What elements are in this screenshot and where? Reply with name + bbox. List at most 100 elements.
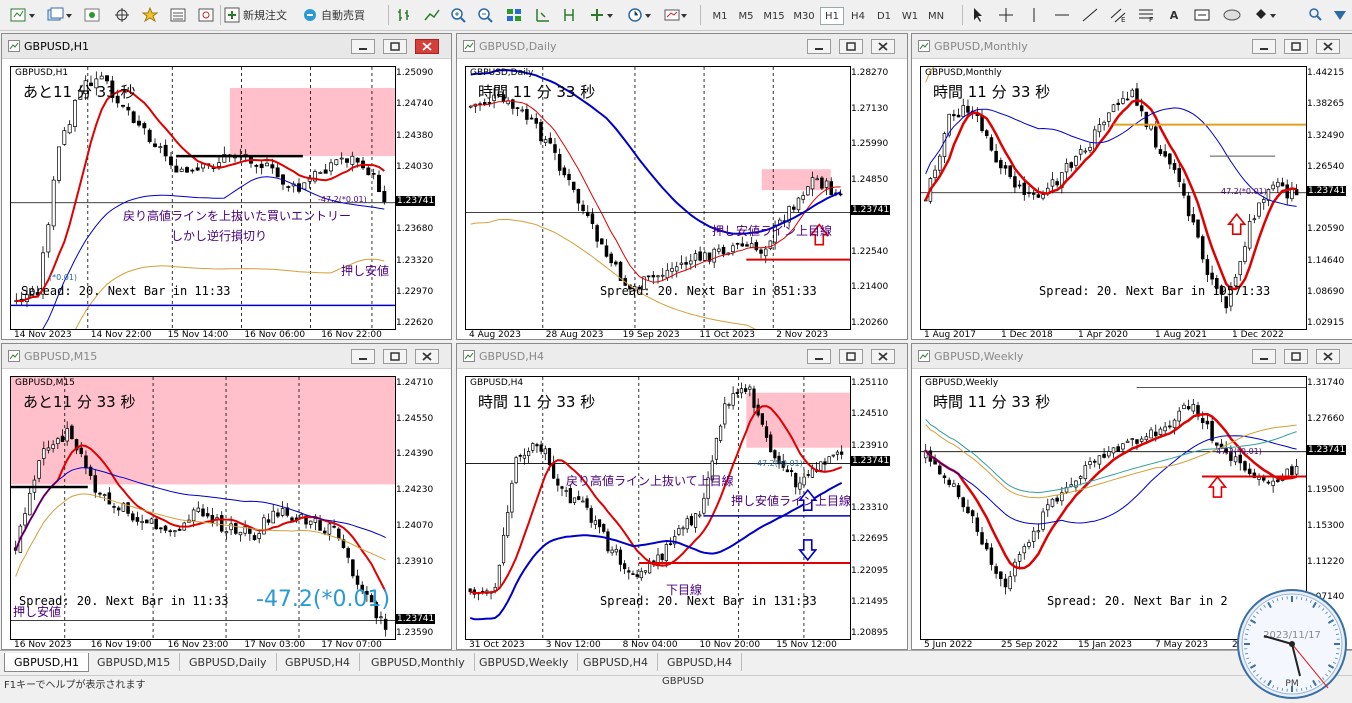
minimize-button[interactable]	[1252, 349, 1276, 364]
candle	[1206, 414, 1209, 429]
community-icon[interactable]	[1330, 5, 1350, 25]
indicators-icon[interactable]	[588, 5, 618, 25]
fibonacci-icon[interactable]: F	[1136, 5, 1156, 25]
chart-plot-area[interactable]: GBPUSD,Daily時間 11 分 33 秒Spread: 20. Next…	[465, 66, 851, 330]
candle	[113, 503, 116, 513]
zoom-in-icon[interactable]	[449, 5, 469, 25]
trendline-icon[interactable]	[1080, 5, 1100, 25]
chart-tab[interactable]: GBPUSD,H1	[4, 653, 89, 672]
maximize-button[interactable]	[383, 39, 407, 54]
timeframe-d1[interactable]: D1	[872, 7, 896, 25]
minimize-button[interactable]	[1252, 39, 1276, 54]
window-title-bar[interactable]: GBPUSD,Monthly	[912, 34, 1352, 59]
candle	[561, 486, 564, 496]
text-tool-icon[interactable]: A	[1164, 5, 1184, 25]
timeframe-h1[interactable]: H1	[820, 7, 844, 25]
close-button[interactable]	[1316, 39, 1340, 54]
candle	[736, 243, 739, 249]
timeframe-mn[interactable]: MN	[924, 7, 948, 25]
auto-scroll-icon[interactable]	[532, 5, 552, 25]
candle	[1103, 121, 1106, 131]
search-icon[interactable]	[1306, 5, 1326, 25]
chart-plot-area[interactable]: GBPUSD,H1あと11 分 33 秒Spread: 20. Next Bar…	[10, 66, 396, 330]
minimize-button[interactable]	[351, 349, 375, 364]
window-title-bar[interactable]: GBPUSD,M15	[2, 344, 451, 369]
window-title-bar[interactable]: GBPUSD,Weekly	[912, 344, 1352, 369]
favorites-icon[interactable]	[140, 5, 160, 25]
navigator-icon[interactable]	[196, 5, 216, 25]
minimize-button[interactable]	[807, 39, 831, 54]
arrows-tool-icon[interactable]	[1252, 5, 1280, 25]
horizontal-line-icon[interactable]	[1052, 5, 1072, 25]
label-tool-icon[interactable]	[1192, 5, 1212, 25]
close-button[interactable]	[1316, 349, 1340, 364]
candle	[594, 515, 597, 529]
chart-plot-area[interactable]: GBPUSD,H4時間 11 分 33 秒Spread: 20. Next Ba…	[465, 376, 851, 640]
data-window-icon[interactable]	[168, 5, 188, 25]
timeframe-m1[interactable]: M1	[708, 7, 732, 25]
window-title-bar[interactable]: GBPUSD,H4	[457, 344, 907, 369]
time-tick: 16 Nov 2023	[14, 640, 72, 650]
chart-tab[interactable]: GBPUSD,H4	[658, 653, 742, 671]
chart-tab[interactable]: GBPUSD,Weekly	[470, 653, 578, 671]
templates-icon[interactable]	[662, 5, 692, 25]
auto-trade-button[interactable]: 自動売買	[302, 5, 374, 25]
window-title-bar[interactable]: GBPUSD,Daily	[457, 34, 907, 59]
timeframe-m30[interactable]: M30	[790, 7, 818, 25]
close-button[interactable]	[871, 349, 895, 364]
channel-icon[interactable]: E	[1108, 5, 1128, 25]
candle	[1159, 427, 1162, 436]
spread-info: Spread: 20. Next Bar in 851:33	[600, 284, 817, 298]
minimize-button[interactable]	[807, 349, 831, 364]
tile-windows-icon[interactable]	[504, 5, 524, 25]
maximize-button[interactable]	[839, 349, 863, 364]
chart-plot-area[interactable]: GBPUSD,M15あと11 分 33 秒Spread: 20. Next Ba…	[10, 376, 396, 640]
timeframe-m15[interactable]: M15	[760, 7, 788, 25]
timeframe-h4[interactable]: H4	[846, 7, 870, 25]
bar-chart-icon[interactable]	[394, 5, 414, 25]
chart-plot-area[interactable]: GBPUSD,Monthly時間 11 分 33 秒Spread: 20. Ne…	[920, 66, 1307, 330]
chart-tab[interactable]: GBPUSD,Daily	[180, 653, 277, 671]
maximize-button[interactable]	[839, 39, 863, 54]
candle	[150, 517, 153, 523]
maximize-button[interactable]	[1284, 39, 1308, 54]
chart-shift-icon[interactable]	[560, 5, 580, 25]
cursor-icon[interactable]	[968, 5, 988, 25]
timeframe-w1[interactable]: W1	[898, 7, 922, 25]
crosshair-icon[interactable]	[112, 5, 132, 25]
new-order-button[interactable]: 新規注文	[224, 5, 294, 25]
periods-icon[interactable]	[626, 5, 656, 25]
profiles-icon[interactable]	[44, 5, 76, 25]
chart-tab[interactable]: GBPUSD,H4	[574, 653, 658, 671]
maximize-button[interactable]	[1284, 349, 1308, 364]
chart-window-monthly[interactable]: GBPUSD,Monthly GBPUSD,Monthly時間 11 分 33 秒…	[911, 33, 1352, 340]
zoom-out-icon[interactable]	[476, 5, 496, 25]
chart-window-h4[interactable]: GBPUSD,H4 GBPUSD,H4時間 11 分 33 秒Spread: 20…	[456, 343, 908, 650]
chart-tab[interactable]: GBPUSD,Monthly	[362, 653, 475, 671]
timeframe-m5[interactable]: M5	[734, 7, 758, 25]
chart-window-h1[interactable]: GBPUSD,H1 GBPUSD,H1あと11 分 33 秒Spread: 20.…	[1, 33, 452, 340]
new-chart-icon[interactable]	[6, 5, 40, 25]
candle	[319, 171, 322, 174]
crosshair-tool-icon[interactable]	[996, 5, 1016, 25]
market-watch-icon[interactable]	[82, 5, 102, 25]
ellipse-tool-icon[interactable]	[1220, 5, 1244, 25]
close-button[interactable]	[871, 39, 895, 54]
minimize-button[interactable]	[351, 39, 375, 54]
window-title-bar[interactable]: GBPUSD,H1	[2, 34, 451, 59]
line-chart-icon[interactable]	[422, 5, 442, 25]
candle	[1178, 163, 1181, 187]
maximize-button[interactable]	[383, 349, 407, 364]
candle	[1121, 443, 1124, 453]
chart-window-daily[interactable]: GBPUSD,Daily GBPUSD,Daily時間 11 分 33 秒Spre…	[456, 33, 908, 340]
chart-tab[interactable]: GBPUSD,M15	[88, 653, 180, 671]
vertical-line-icon[interactable]	[1024, 5, 1044, 25]
candle	[313, 169, 316, 183]
chart-tab[interactable]: GBPUSD,H4	[276, 653, 360, 671]
candle	[690, 514, 693, 527]
time-tick: 28 Aug 2023	[546, 330, 604, 340]
bar-countdown: 時間 11 分 33 秒	[933, 391, 1050, 412]
close-button[interactable]	[415, 39, 439, 54]
close-button[interactable]	[415, 349, 439, 364]
chart-window-m15[interactable]: GBPUSD,M15 GBPUSD,M15あと11 分 33 秒Spread: 2…	[1, 343, 452, 650]
